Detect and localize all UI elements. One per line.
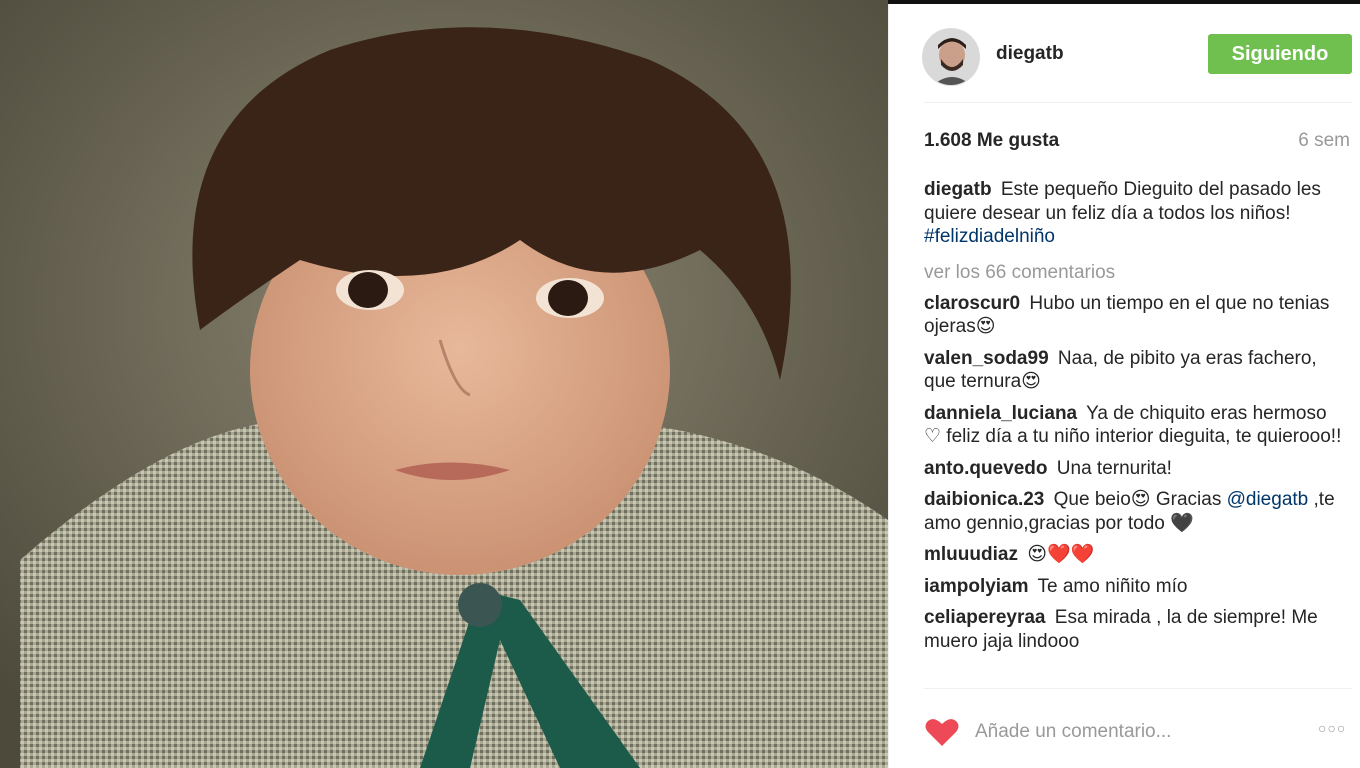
child-portrait-image xyxy=(0,0,888,768)
post-time[interactable]: 6 sem xyxy=(1298,130,1350,152)
avatar-image xyxy=(923,29,979,85)
comment-item: danniela_luciana Ya de chiquito eras her… xyxy=(924,402,1344,449)
comment-username[interactable]: anto.quevedo xyxy=(924,458,1048,479)
caption-username[interactable]: diegatb xyxy=(924,179,992,200)
post-sidebar: diegatb Siguiendo 1.608 Me gusta 6 sem d… xyxy=(888,4,1360,768)
comment-text: Que beio😍 Gracias xyxy=(1053,489,1222,510)
comment-username[interactable]: claroscur0 xyxy=(924,293,1020,314)
comment-username[interactable]: celiapereyraa xyxy=(924,607,1046,628)
comment-item: claroscur0 Hubo un tiempo en el que no t… xyxy=(924,292,1344,339)
comment-text: Una ternurita! xyxy=(1056,457,1172,479)
comment-item: celiapereyraa Esa mirada , la de siempre… xyxy=(924,606,1344,653)
comment-username[interactable]: mluuudiaz xyxy=(924,544,1018,565)
comment-item: anto.quevedo Una ternurita! xyxy=(924,457,1344,481)
following-button[interactable]: Siguiendo xyxy=(1208,34,1352,74)
heart-icon[interactable] xyxy=(925,717,959,747)
view-all-comments-link[interactable]: ver los 66 comentarios xyxy=(924,261,1344,284)
header-divider xyxy=(924,102,1352,103)
avatar[interactable] xyxy=(922,28,980,86)
comment-username[interactable]: daibionica.23 xyxy=(924,489,1044,510)
comment-username[interactable]: iampolyiam xyxy=(924,576,1029,597)
comment-mention[interactable]: @diegatb xyxy=(1227,489,1309,510)
post-username[interactable]: diegatb xyxy=(996,43,1064,65)
likes-count[interactable]: 1.608 Me gusta xyxy=(924,130,1059,152)
comment-item: iampolyiam Te amo niñito mío xyxy=(924,575,1344,599)
comment-item: daibionica.23 Que beio😍 Gracias @diegatb… xyxy=(924,488,1344,535)
comment-item: valen_soda99 Naa, de pibito ya eras fach… xyxy=(924,347,1344,394)
comment-username[interactable]: danniela_luciana xyxy=(924,403,1077,424)
comments-list: diegatb Este pequeño Dieguito del pasado… xyxy=(924,178,1344,688)
more-options-icon[interactable]: ○○○ xyxy=(1318,720,1346,736)
post-header: diegatb Siguiendo xyxy=(889,4,1360,102)
add-comment-input[interactable] xyxy=(975,719,1295,745)
post-photo[interactable] xyxy=(0,0,888,768)
comment-box-divider xyxy=(924,688,1352,689)
heart-icon-glyph xyxy=(925,719,959,746)
comment-item: mluuudiaz 😍❤️❤️ xyxy=(924,543,1344,567)
comment-username[interactable]: valen_soda99 xyxy=(924,348,1049,369)
caption-hashtag[interactable]: #felizdiadelniño xyxy=(924,226,1055,247)
caption: diegatb Este pequeño Dieguito del pasado… xyxy=(924,178,1344,249)
comment-text: Te amo niñito mío xyxy=(1037,575,1188,597)
comment-text: 😍❤️❤️ xyxy=(1027,544,1095,565)
